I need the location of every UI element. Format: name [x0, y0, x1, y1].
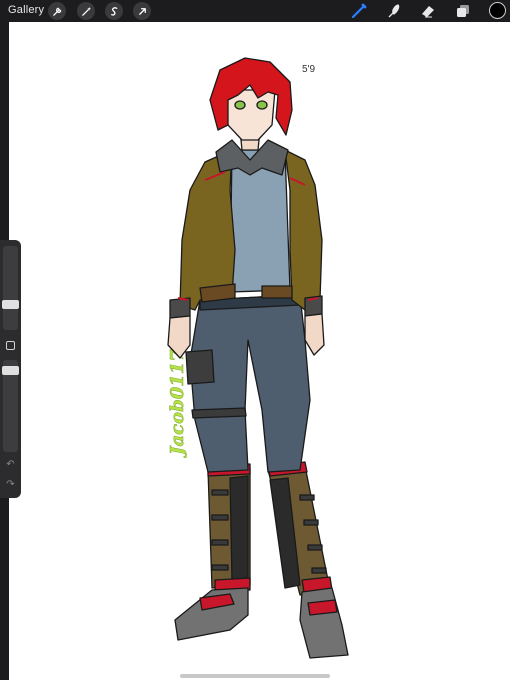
smudge-icon[interactable] [385, 2, 403, 20]
opacity-slider[interactable] [2, 360, 19, 452]
gallery-button[interactable]: Gallery [8, 4, 44, 16]
brush-size-slider[interactable] [2, 246, 19, 330]
color-picker-button[interactable] [489, 2, 506, 19]
drawing-canvas[interactable]: 5'9 Jacob0117 [9, 22, 510, 680]
home-indicator [180, 674, 330, 678]
eraser-icon[interactable] [419, 2, 437, 20]
height-note: 5'9 [302, 64, 315, 75]
selection-icon[interactable] [105, 2, 123, 20]
transform-arrow-icon[interactable] [133, 2, 151, 20]
left-sidebar: ↶ ↷ [0, 240, 21, 498]
modify-button[interactable] [6, 341, 15, 350]
layers-icon[interactable] [454, 2, 472, 20]
wrench-icon[interactable] [48, 2, 66, 20]
character-artwork: 5'9 Jacob0117 [167, 57, 349, 659]
brush-size-knob[interactable] [2, 300, 19, 309]
brush-icon[interactable] [350, 2, 368, 20]
magic-wand-icon[interactable] [77, 2, 95, 20]
artist-signature: Jacob0117 [167, 349, 188, 458]
opacity-knob[interactable] [2, 366, 19, 375]
redo-icon[interactable]: ↷ [4, 478, 17, 491]
top-toolbar: Gallery [0, 0, 510, 22]
undo-icon[interactable]: ↶ [4, 458, 17, 471]
